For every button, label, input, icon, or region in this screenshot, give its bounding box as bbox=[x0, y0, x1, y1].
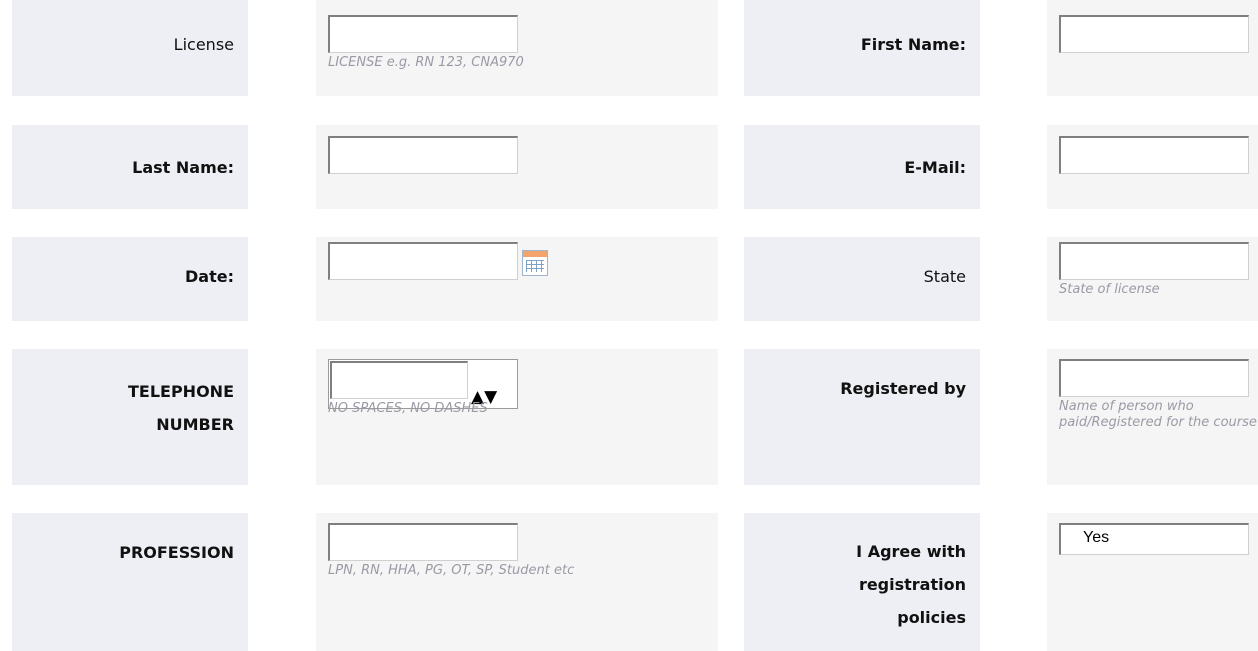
telephone-hint: NO SPACES, NO DASHES bbox=[328, 401, 488, 416]
calendar-icon[interactable] bbox=[522, 250, 548, 276]
registered-by-field-cell: Name of person who paid/Registered for t… bbox=[1047, 349, 1258, 485]
email-input[interactable] bbox=[1059, 136, 1249, 174]
agree-label-line2: registration bbox=[858, 575, 966, 594]
profession-label: PROFESSION bbox=[119, 543, 234, 562]
license-label-cell: License bbox=[12, 0, 248, 96]
profession-hint: LPN, RN, HHA, PG, OT, SP, Student etc bbox=[328, 563, 575, 578]
state-hint: State of license bbox=[1059, 282, 1160, 297]
date-field-cell bbox=[316, 237, 718, 321]
last-name-label-cell: Last Name: bbox=[12, 125, 248, 209]
email-field-cell bbox=[1047, 125, 1258, 209]
registered-by-label-cell: Registered by bbox=[744, 349, 980, 485]
license-field-cell: LICENSE e.g. RN 123, CNA970 bbox=[316, 0, 718, 96]
last-name-label: Last Name: bbox=[132, 158, 234, 177]
agree-selected-value: Yes bbox=[1083, 529, 1110, 546]
telephone-label-line2: NUMBER bbox=[156, 415, 234, 434]
last-name-field-cell bbox=[316, 125, 718, 209]
license-input[interactable] bbox=[328, 15, 518, 53]
agree-label-line3: policies bbox=[897, 608, 966, 627]
registered-by-label: Registered by bbox=[840, 379, 966, 398]
state-label: State bbox=[923, 267, 966, 286]
first-name-input[interactable] bbox=[1059, 15, 1249, 53]
license-label: License bbox=[173, 35, 234, 54]
email-label-cell: E-Mail: bbox=[744, 125, 980, 209]
registered-by-hint: Name of person who paid/Registered for t… bbox=[1059, 399, 1257, 430]
telephone-label-line1: TELEPHONE bbox=[127, 382, 234, 401]
telephone-label-cell: TELEPHONE NUMBER bbox=[12, 349, 248, 485]
agree-label-line1: I Agree with bbox=[856, 542, 966, 561]
date-label: Date: bbox=[185, 267, 234, 286]
registered-by-input[interactable] bbox=[1059, 359, 1249, 397]
state-label-cell: State bbox=[744, 237, 980, 321]
profession-label-cell: PROFESSION bbox=[12, 513, 248, 651]
first-name-label: First Name: bbox=[860, 35, 966, 54]
profession-input[interactable] bbox=[328, 523, 518, 561]
first-name-label-cell: First Name: bbox=[744, 0, 980, 96]
date-label-cell: Date: bbox=[12, 237, 248, 321]
date-input[interactable] bbox=[328, 242, 518, 280]
email-label: E-Mail: bbox=[904, 158, 966, 177]
first-name-field-cell bbox=[1047, 0, 1258, 96]
last-name-input[interactable] bbox=[328, 136, 518, 174]
agree-label-cell: I Agree with registration policies bbox=[744, 513, 980, 651]
agree-field-cell: Yes bbox=[1047, 513, 1258, 651]
registration-form: License LICENSE e.g. RN 123, CNA970 Firs… bbox=[0, 0, 1258, 651]
telephone-input[interactable] bbox=[330, 361, 468, 399]
profession-field-cell: LPN, RN, HHA, PG, OT, SP, Student etc bbox=[316, 513, 718, 651]
telephone-field-cell: ▲ ▼ NO SPACES, NO DASHES bbox=[316, 349, 718, 485]
state-field-cell: State of license bbox=[1047, 237, 1258, 321]
state-input[interactable] bbox=[1059, 242, 1249, 280]
license-hint: LICENSE e.g. RN 123, CNA970 bbox=[328, 55, 524, 70]
agree-select[interactable]: Yes bbox=[1059, 523, 1249, 555]
